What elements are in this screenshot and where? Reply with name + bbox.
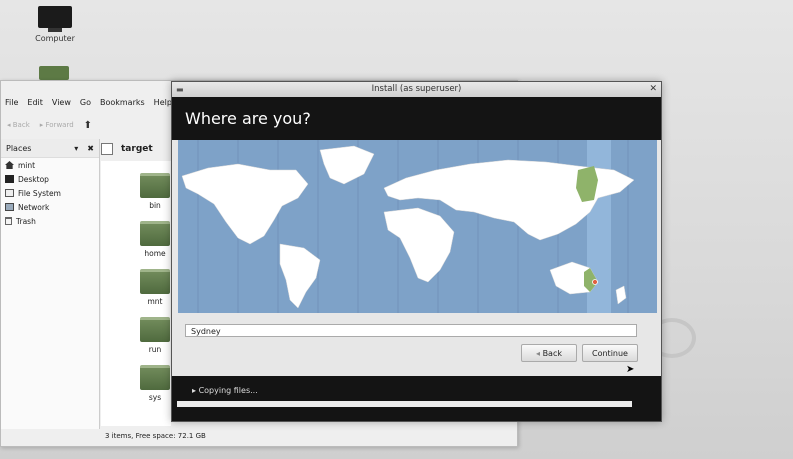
folder-icon bbox=[140, 269, 170, 294]
installer-titlebar[interactable]: ▬ Install (as superuser) ✕ bbox=[172, 82, 661, 97]
status-bar: 3 items, Free space: 72.1 GB bbox=[105, 432, 206, 440]
up-arrow-icon[interactable]: ⬆ bbox=[84, 120, 92, 131]
path-toggle-icon[interactable] bbox=[101, 143, 113, 155]
world-map-graphic bbox=[181, 140, 635, 313]
city-marker-sydney bbox=[592, 279, 598, 285]
network-icon bbox=[5, 203, 14, 211]
menu-edit[interactable]: Edit bbox=[27, 95, 43, 111]
places-sidebar: Places ▾ ✖ mint Desktop File System Netw… bbox=[1, 139, 100, 429]
installer-window: ▬ Install (as superuser) ✕ Where are you… bbox=[171, 81, 662, 422]
path-bar: target bbox=[101, 139, 171, 159]
mouse-cursor-icon: ➤ bbox=[626, 364, 635, 375]
close-icon[interactable]: ✕ bbox=[649, 82, 657, 97]
menu-go[interactable]: Go bbox=[80, 95, 91, 111]
computer-icon bbox=[38, 6, 72, 32]
chevron-down-icon[interactable]: ▾ bbox=[74, 144, 78, 153]
trash-icon bbox=[5, 217, 12, 225]
forward-button[interactable]: ▸ Forward bbox=[40, 121, 74, 129]
desktop-icon bbox=[5, 175, 14, 183]
installer-title: Install (as superuser) bbox=[371, 84, 462, 94]
menu-file[interactable]: File bbox=[5, 95, 18, 111]
folder-run[interactable]: run bbox=[138, 317, 172, 354]
sidebar-item-desktop[interactable]: Desktop bbox=[1, 172, 99, 186]
continue-button[interactable]: Continue bbox=[582, 344, 638, 362]
file-view: bin home mnt run sys bbox=[101, 161, 171, 426]
home-folder-desktop-icon[interactable] bbox=[39, 66, 69, 80]
file-manager-menubar: File Edit View Go Bookmarks Help bbox=[1, 95, 172, 111]
folder-icon bbox=[140, 221, 170, 246]
menu-bookmarks[interactable]: Bookmarks bbox=[100, 95, 145, 111]
folder-mnt[interactable]: mnt bbox=[138, 269, 172, 306]
window-menu-icon[interactable]: ▬ bbox=[176, 82, 184, 97]
desktop-icon-label: Computer bbox=[35, 34, 75, 43]
sidebar-item-trash[interactable]: Trash bbox=[1, 214, 99, 228]
page-heading: Where are you? bbox=[172, 97, 661, 140]
progress-bar bbox=[177, 401, 633, 407]
sidebar-item-mint[interactable]: mint bbox=[1, 158, 99, 172]
folder-icon bbox=[140, 317, 170, 342]
folder-home[interactable]: home bbox=[138, 221, 172, 258]
path-button-target[interactable]: target bbox=[121, 144, 153, 154]
city-field[interactable]: Sydney bbox=[185, 324, 637, 337]
folder-icon bbox=[140, 365, 170, 390]
progress-label: ▸ Copying files... bbox=[192, 386, 258, 395]
installer-content: Sydney ◂ Back Continue bbox=[172, 140, 661, 376]
back-button[interactable]: ◂ Back bbox=[7, 121, 30, 129]
places-label: Places bbox=[6, 143, 32, 153]
close-icon[interactable]: ✖ bbox=[87, 144, 94, 153]
drive-icon bbox=[5, 189, 14, 197]
folder-bin[interactable]: bin bbox=[138, 173, 172, 210]
menu-view[interactable]: View bbox=[52, 95, 71, 111]
back-button[interactable]: ◂ Back bbox=[521, 344, 577, 362]
timezone-map[interactable] bbox=[178, 140, 657, 313]
menu-help[interactable]: Help bbox=[154, 95, 172, 111]
places-header: Places ▾ ✖ bbox=[1, 139, 99, 158]
back-arrow-icon: ◂ bbox=[536, 349, 541, 358]
file-manager-toolbar: ◂ Back ▸ Forward ⬆ bbox=[1, 115, 177, 135]
computer-desktop-icon[interactable]: Computer bbox=[30, 6, 80, 43]
folder-icon bbox=[140, 173, 170, 198]
folder-sys[interactable]: sys bbox=[138, 365, 172, 402]
expander-icon[interactable]: ▸ bbox=[192, 386, 196, 395]
home-icon bbox=[5, 161, 14, 169]
sidebar-item-network[interactable]: Network bbox=[1, 200, 99, 214]
progress-section: ▸ Copying files... bbox=[172, 376, 661, 421]
sidebar-item-file-system[interactable]: File System bbox=[1, 186, 99, 200]
